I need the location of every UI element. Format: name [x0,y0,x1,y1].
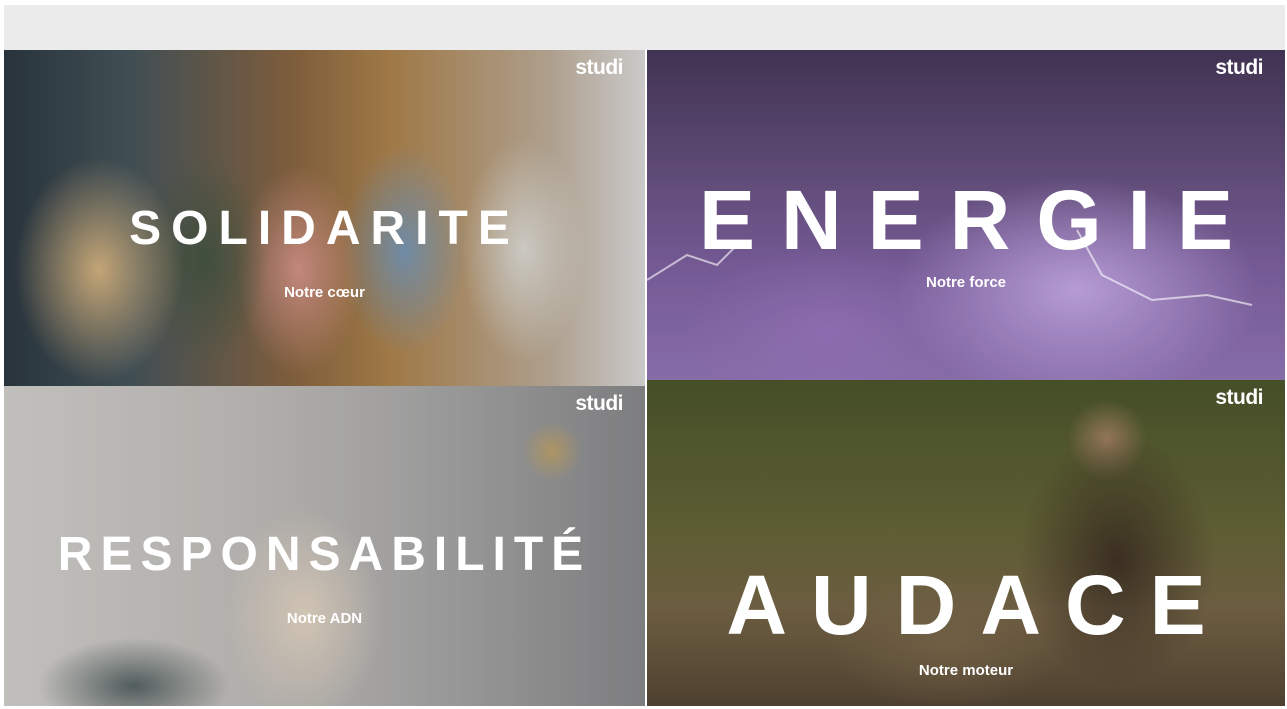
tile-energie: studi ENERGIE Notre force [647,50,1285,380]
tile-title: AUDACE [726,558,1230,652]
tile-title: ENERGIE [698,173,1260,267]
tile-subtitle: Notre ADN [286,610,363,627]
tile-subtitle: Notre force [925,274,1007,291]
studi-logo: studi [575,392,623,415]
tile-solidarite: studi SOLIDARITE Notre cœur [4,50,645,386]
tile-title: RESPONSABILITÉ [57,528,592,581]
studi-logo: studi [575,56,623,79]
video-grid: studi SOLIDARITE Notre cœur studi ENERGI… [4,50,1285,706]
tile-subtitle: Notre moteur [918,662,1014,679]
studi-logo: studi [1215,56,1263,79]
top-bar [4,5,1285,50]
tile-audace: studi AUDACE Notre moteur [647,380,1285,706]
tile-subtitle: Notre cœur [284,284,365,301]
tile-responsabilite: studi RESPONSABILITÉ Notre ADN [4,386,645,706]
tile-title: SOLIDARITE [129,202,520,255]
studi-logo: studi [1215,386,1263,409]
